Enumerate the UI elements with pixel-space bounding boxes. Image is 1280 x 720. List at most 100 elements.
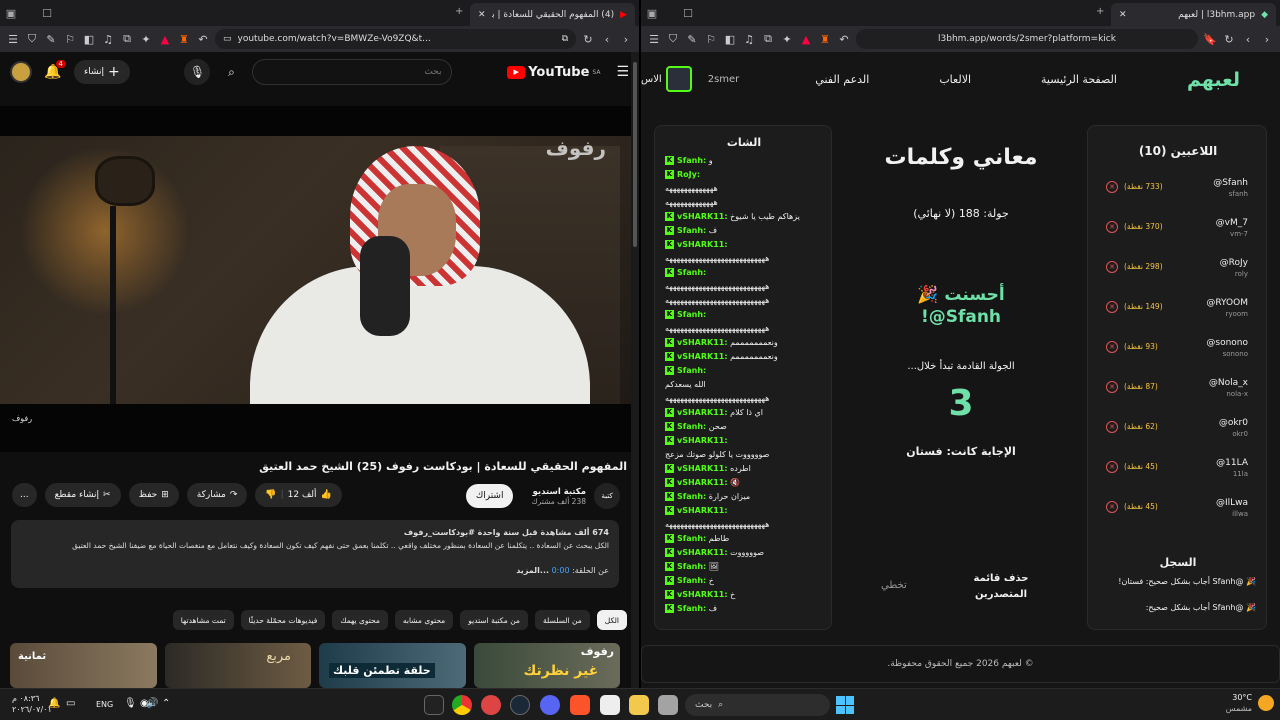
forward-icon[interactable]: ›	[1260, 33, 1274, 46]
bookmark-page-icon[interactable]: 🔖	[1203, 33, 1217, 46]
screenshot-icon[interactable]: ⧉	[120, 32, 134, 46]
remove-player-icon[interactable]: ✕	[1106, 461, 1118, 473]
sidebar-icon[interactable]: ◧	[82, 33, 96, 46]
network-icon[interactable]: ▭	[66, 698, 75, 709]
address-bar[interactable]: l3bhm.app/words/2smer?platform=kick	[856, 29, 1198, 49]
reload-icon[interactable]: ↻	[581, 33, 595, 46]
close-tab-icon[interactable]: ✕	[1119, 10, 1127, 20]
notifications-button[interactable]: 🔔 4	[40, 60, 66, 80]
video-player[interactable]: رفوف رفوف	[0, 106, 631, 452]
remove-player-icon[interactable]: ✕	[1106, 341, 1118, 353]
chat-username[interactable]: Sfanh:	[677, 576, 706, 585]
window-restore-icon[interactable]: ☐	[36, 7, 58, 20]
music-icon[interactable]: ♫	[742, 33, 756, 46]
language-indicator[interactable]: ENG	[96, 700, 113, 709]
brave-shield-icon[interactable]: ♜	[818, 33, 832, 46]
app-icon[interactable]	[481, 695, 501, 715]
chat-username[interactable]: vSHARK11:	[677, 590, 728, 599]
bookmark-icon[interactable]: ⚐	[63, 33, 77, 46]
share-button[interactable]: مشاركة ↷	[186, 483, 248, 507]
chapter-timestamp[interactable]: 0:00	[552, 566, 570, 575]
copy-icon[interactable]: ⧉	[562, 34, 568, 44]
menu-icon[interactable]: ☰	[6, 33, 20, 46]
tab-l3bhm[interactable]: ◆ l3bhm.app | لعبهم ✕	[1111, 3, 1276, 26]
like-icon[interactable]: 👍	[321, 490, 332, 500]
dislike-icon[interactable]: 👎	[265, 490, 276, 500]
back-icon[interactable]: ‹	[600, 33, 614, 46]
sidebar-icon[interactable]: ◧	[723, 33, 737, 46]
address-bar[interactable]: ▭ youtube.com/watch?v=BMWZe-Vo9ZQ&t... ⧉	[215, 29, 576, 49]
shield-icon[interactable]: ⛉	[666, 32, 680, 46]
remove-player-icon[interactable]: ✕	[1106, 181, 1118, 193]
nav-home[interactable]: الصفحة الرئيسية	[1041, 73, 1117, 86]
skip-button[interactable]: تخطي	[881, 580, 907, 591]
new-tab-icon[interactable]: +	[1096, 6, 1104, 17]
description-more[interactable]: ...المزيد	[516, 566, 549, 575]
chat-username[interactable]: Sfanh:	[677, 534, 706, 543]
channel-name[interactable]: مكتبة استديو	[531, 487, 586, 497]
chip-for-you[interactable]: محتوى يهمك	[332, 610, 388, 630]
chat-username[interactable]: vSHARK11:	[677, 436, 728, 445]
remove-player-icon[interactable]: ✕	[1106, 221, 1118, 233]
puzzle-icon[interactable]: ✦	[139, 33, 153, 46]
notification-icon[interactable]: 🔔	[48, 698, 60, 709]
reload-icon[interactable]: ↻	[1222, 33, 1236, 46]
new-tab-icon[interactable]: +	[455, 6, 463, 17]
search-input[interactable]: بحث	[252, 59, 453, 85]
chat-username[interactable]: Sfanh:	[677, 268, 706, 277]
chat-username[interactable]: Sfanh:	[677, 156, 706, 165]
description-box[interactable]: 674 ألف مشاهدة قبل سنة واحدة #بودكاست_رف…	[11, 520, 619, 588]
music-icon[interactable]: ♫	[101, 33, 115, 46]
related-video-thumbnail[interactable]: رفوف غير نظرتك	[473, 643, 620, 688]
chat-username[interactable]: Sfanh:	[677, 604, 706, 613]
delete-leaderboard-button[interactable]: حذف قائمة المتصدرين	[961, 571, 1041, 603]
chat-username[interactable]: Sfanh:	[677, 422, 706, 431]
steam-icon[interactable]	[510, 695, 530, 715]
nav-games[interactable]: الالعاب	[939, 73, 971, 86]
file-explorer-icon[interactable]	[629, 695, 649, 715]
brave-shield-icon[interactable]: ♜	[177, 33, 191, 46]
sidebar-toggle-icon[interactable]: ▣	[641, 7, 663, 20]
brave-icon[interactable]	[570, 695, 590, 715]
shield-icon[interactable]: ⛉	[25, 32, 39, 46]
chat-username[interactable]: vSHARK11:	[677, 240, 728, 249]
menu-icon[interactable]: ☰	[647, 33, 661, 46]
save-button[interactable]: حفظ ⊞	[128, 483, 179, 507]
back-icon[interactable]: ‹	[1241, 33, 1255, 46]
guide-menu-icon[interactable]: ☰	[616, 64, 629, 80]
chat-username[interactable]: Sfanh:	[677, 366, 706, 375]
mic-tray-icon[interactable]: 🎙	[124, 698, 137, 709]
site-logo[interactable]: لعبهم	[1187, 69, 1240, 91]
chrome-icon[interactable]	[452, 695, 472, 715]
related-video-thumbnail[interactable]: مربع	[164, 643, 311, 688]
chat-username[interactable]: vSHARK11:	[677, 506, 728, 515]
discord-icon[interactable]	[540, 695, 560, 715]
chip-series[interactable]: من السلسلة	[534, 610, 590, 630]
extension-icon[interactable]: ✎	[44, 33, 58, 46]
forward-icon[interactable]: ›	[619, 33, 633, 46]
chip-similar[interactable]: محتوى مشابه	[394, 610, 454, 630]
page-scrollbar[interactable]	[631, 52, 639, 688]
chip-channel[interactable]: من مكتبة استديو	[460, 610, 528, 630]
remove-player-icon[interactable]: ✕	[1106, 381, 1118, 393]
screenshot-icon[interactable]: ⧉	[761, 32, 775, 46]
chat-username[interactable]: Sfanh:	[677, 226, 706, 235]
account-avatar[interactable]	[10, 61, 32, 83]
clock[interactable]: ٠٨:٣٦ م ٢٠٢٦/٠٧/٠١	[12, 693, 52, 715]
related-video-thumbnail[interactable]: ثمانية	[10, 643, 157, 688]
channel-avatar[interactable]: كتبة	[594, 483, 620, 509]
start-button[interactable]	[836, 696, 854, 714]
chat-username[interactable]: vSHARK11:	[677, 352, 728, 361]
sidebar-toggle-icon[interactable]: ▣	[0, 7, 22, 20]
subscribe-button[interactable]: اشتراك	[465, 484, 514, 508]
chat-username[interactable]: vSHARK11:	[677, 548, 728, 557]
brave-rewards-icon[interactable]: ▲	[158, 33, 172, 46]
task-view-icon[interactable]	[658, 695, 678, 715]
clip-button[interactable]: إنشاء مقطع ✂	[44, 483, 121, 507]
chip-recent[interactable]: فيديوهات محمّلة حديثًا	[240, 610, 326, 630]
bookmark-icon[interactable]: ⚐	[704, 33, 718, 46]
back-history-icon[interactable]: ↶	[196, 33, 210, 46]
brave-rewards-icon[interactable]: ▲	[799, 33, 813, 46]
chat-username[interactable]: vSHARK11:	[677, 464, 728, 473]
remove-player-icon[interactable]: ✕	[1106, 501, 1118, 513]
